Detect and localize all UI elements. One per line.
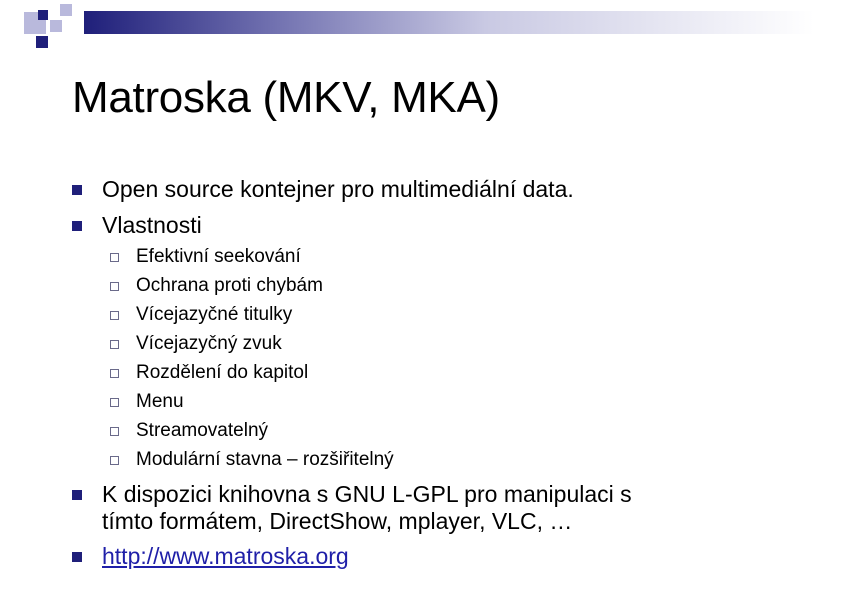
header-gradient-bar (84, 11, 814, 34)
sub-bullet-square-icon (110, 398, 119, 407)
bullet-text-continuation: tímto formátem, DirectShow, mplayer, VLC… (102, 508, 573, 534)
sub-bullet-text: Ochrana proti chybám (136, 275, 323, 296)
sub-bullet-square-icon (110, 282, 119, 291)
sub-bullet-square-icon (110, 427, 119, 436)
bullet-text: K dispozici knihovna s GNU L-GPL pro man… (102, 481, 632, 507)
sub-bullet-text: Modulární stavna – rozšiřitelný (136, 449, 394, 470)
bullet-square-icon (72, 552, 82, 562)
sub-bullet-square-icon (110, 456, 119, 465)
sub-bullet-text: Efektivní seekování (136, 246, 301, 267)
sub-bullet-text: Vícejazyčné titulky (136, 304, 293, 325)
matroska-link[interactable]: http://www.matroska.org (102, 543, 349, 570)
bullet-square-icon (72, 221, 82, 231)
sub-bullet-text: Streamovatelný (136, 420, 269, 441)
bullet-square-icon (72, 185, 82, 195)
bullet-square-icon (72, 490, 82, 500)
sub-bullet-text: Rozdělení do kapitol (136, 362, 309, 383)
sub-bullet-square-icon (110, 311, 119, 320)
sub-bullet-text: Vícejazyčný zvuk (136, 333, 282, 354)
sub-bullet-text: Menu (136, 391, 184, 412)
sub-bullet-square-icon (110, 369, 119, 378)
bullet-text: Vlastnosti (102, 212, 202, 238)
sub-bullet-square-icon (110, 340, 119, 349)
slide-title: Matroska (MKV, MKA) (72, 73, 500, 122)
sub-bullet-square-icon (110, 253, 119, 262)
bullet-text: Open source kontejner pro multimediální … (102, 176, 574, 202)
